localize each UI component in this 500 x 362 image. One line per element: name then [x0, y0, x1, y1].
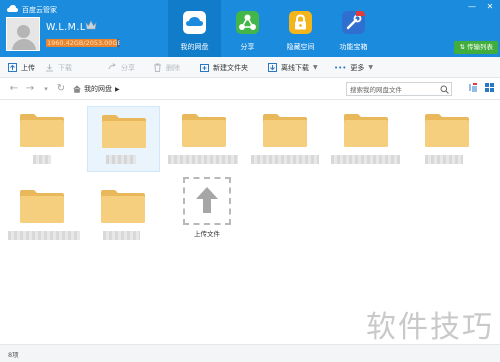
- baidu-cloud-logo-icon: [7, 5, 18, 12]
- status-bar: 8项: [0, 344, 500, 362]
- upload-file-tile[interactable]: [183, 177, 231, 225]
- offline-download-label: 离线下载: [281, 63, 309, 72]
- folder-icon: [425, 114, 469, 147]
- chevron-down-icon: ▼: [313, 64, 318, 71]
- folder-name-redacted[interactable]: [425, 155, 463, 164]
- home-icon[interactable]: [73, 85, 81, 93]
- folder-name-redacted[interactable]: [33, 155, 51, 164]
- close-icon[interactable]: ✕: [484, 2, 496, 11]
- chevron-right-icon[interactable]: ▶: [115, 86, 120, 93]
- folder-name-redacted[interactable]: [168, 155, 238, 164]
- upload-button[interactable]: 上传: [8, 57, 35, 78]
- window-controls: — ✕: [466, 2, 496, 11]
- nav-label: 功能宝箱: [339, 43, 368, 51]
- nav-toolbox[interactable]: 功能宝箱: [327, 0, 380, 57]
- search-icon[interactable]: [440, 85, 449, 94]
- offline-download-icon: [268, 63, 277, 72]
- more-button[interactable]: ••• 更多 ▼: [334, 57, 373, 78]
- delete-label: 删除: [166, 63, 180, 72]
- username[interactable]: W.L.M.L: [46, 22, 86, 33]
- chevron-down-icon: ▼: [368, 64, 374, 71]
- search-placeholder: 搜索我的网盘文件: [350, 86, 402, 94]
- folder-icon: [20, 190, 64, 223]
- item-count: 8项: [8, 351, 19, 359]
- upload-label: 上传: [21, 63, 35, 72]
- breadcrumb: 我的网盘 ▶: [73, 82, 120, 96]
- search-input[interactable]: 搜索我的网盘文件: [346, 82, 452, 96]
- quota-text: 1960.42GB/2053.00GB: [47, 39, 120, 47]
- folder-icon: [182, 114, 226, 147]
- folder-icon: [344, 114, 388, 147]
- folder-icon: [20, 114, 64, 147]
- nav-hidden-space[interactable]: 隐藏空间: [274, 0, 327, 57]
- new-folder-button[interactable]: 新建文件夹: [200, 57, 248, 78]
- more-label: 更多: [350, 63, 365, 72]
- more-dots-icon: •••: [334, 63, 347, 72]
- share-small-icon: [108, 63, 116, 70]
- breadcrumb-my-drive[interactable]: 我的网盘: [84, 84, 112, 94]
- back-arrow-icon[interactable]: ←: [8, 82, 20, 96]
- trash-icon: [154, 63, 161, 72]
- cloud-drive-icon: [183, 11, 206, 34]
- new-folder-label: 新建文件夹: [213, 63, 248, 72]
- folder-name-redacted[interactable]: [103, 231, 140, 240]
- upload-arrow-icon: [196, 187, 218, 213]
- view-mode-switcher: [469, 83, 494, 92]
- folder-icon: [263, 114, 307, 147]
- grid-view-icon[interactable]: [485, 83, 494, 92]
- minimize-icon[interactable]: —: [466, 2, 478, 11]
- transfer-icon: ⇅: [459, 43, 467, 51]
- share-button[interactable]: 分享: [108, 57, 135, 78]
- offline-download-button[interactable]: 离线下载 ▼: [268, 57, 318, 78]
- crown-icon[interactable]: [85, 20, 97, 31]
- delete-button[interactable]: 删除: [153, 57, 180, 78]
- lock-icon: [289, 11, 312, 34]
- folder-name-redacted[interactable]: [8, 231, 80, 240]
- avatar[interactable]: [6, 17, 40, 51]
- toolbox-icon: [342, 11, 365, 34]
- folder-name-redacted[interactable]: [331, 155, 400, 164]
- nav-label: 分享: [240, 43, 255, 51]
- download-button[interactable]: 下载: [45, 57, 72, 78]
- new-folder-icon: [200, 64, 209, 72]
- watermark-text: 软件技巧: [366, 310, 494, 345]
- upload-file-label[interactable]: 上传文件: [179, 228, 235, 238]
- folder-name-redacted[interactable]: [251, 155, 319, 164]
- main-nav: 我的网盘 分享 隐藏空间 功能宝箱: [168, 0, 380, 57]
- quota-bar: 1960.42GB/2053.00GB: [46, 39, 120, 47]
- window-title: 百度云管家: [22, 6, 57, 14]
- sort-icon[interactable]: [469, 83, 478, 92]
- nav-my-drive[interactable]: 我的网盘: [168, 0, 221, 57]
- forward-arrow-icon[interactable]: →: [24, 82, 36, 96]
- upload-icon: [8, 63, 17, 72]
- dropdown-arrow-icon[interactable]: ▾: [40, 82, 52, 96]
- nav-label: 隐藏空间: [286, 43, 315, 51]
- transfer-list-button[interactable]: ⇅ 传输列表: [454, 41, 498, 54]
- folder-name-redacted[interactable]: [106, 155, 136, 164]
- folder-icon: [101, 190, 145, 223]
- nav-share[interactable]: 分享: [221, 0, 274, 57]
- folder-icon: [102, 115, 146, 148]
- download-icon: [46, 64, 53, 72]
- header-bar: 百度云管家 — ✕ W.L.M.L 1960.42GB/2053.00GB 我的…: [0, 0, 500, 57]
- refresh-icon[interactable]: ↻: [55, 82, 67, 96]
- share-icon: [236, 11, 259, 34]
- share-label: 分享: [121, 63, 135, 72]
- nav-label: 我的网盘: [180, 43, 209, 51]
- transfer-list-label: 传输列表: [467, 43, 493, 51]
- toolbar: 上传 下载 分享 删除 新建文件夹 离线下载 ▼ ••• 更多 ▼: [0, 57, 500, 78]
- address-bar: ← → ▾ ↻ 我的网盘 ▶ 搜索我的网盘文件: [0, 78, 500, 100]
- download-label: 下载: [58, 63, 72, 72]
